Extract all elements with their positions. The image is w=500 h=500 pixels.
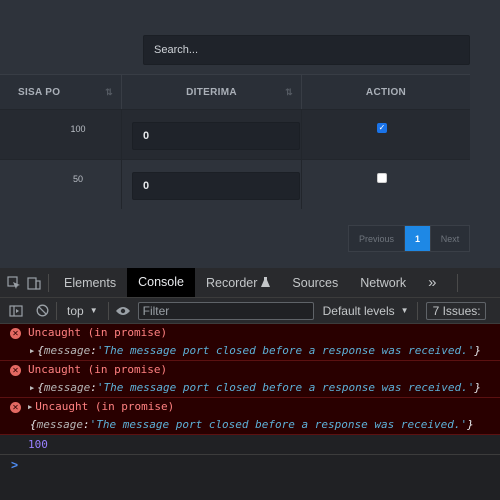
column-header-label: SISA PO bbox=[18, 86, 61, 98]
context-selector[interactable]: top ▼ bbox=[61, 304, 104, 318]
tab-elements[interactable]: Elements bbox=[53, 268, 127, 297]
object-key: message bbox=[43, 381, 91, 394]
error-detail[interactable]: ▶{message: 'The message port closed befo… bbox=[0, 378, 500, 397]
show-sidebar-icon[interactable] bbox=[6, 301, 26, 321]
row-checkbox[interactable]: ✓ bbox=[377, 123, 387, 133]
object-value: 'The message port closed before a respon… bbox=[89, 418, 468, 431]
error-title-row[interactable]: ▶ Uncaught (in promise) bbox=[0, 398, 500, 415]
error-title: Uncaught (in promise) bbox=[35, 400, 175, 413]
app-area: Search... SISA PO ⇅ DITERIMA ⇅ ACTION 10… bbox=[0, 0, 500, 268]
column-header-label: DITERIMA bbox=[186, 86, 237, 98]
error-icon: ✕ bbox=[10, 365, 21, 376]
filter-input[interactable]: Filter bbox=[137, 301, 314, 320]
search-placeholder: Search... bbox=[154, 44, 199, 56]
column-header-sisa-po[interactable]: SISA PO ⇅ bbox=[0, 75, 122, 109]
cell-sisa-po: 50 bbox=[0, 160, 122, 209]
context-label: top bbox=[67, 303, 84, 318]
error-title: Uncaught (in promise) bbox=[28, 326, 168, 339]
sort-icon: ⇅ bbox=[105, 86, 113, 97]
expand-triangle-icon[interactable]: ▶ bbox=[30, 384, 34, 392]
console-error-message: ✕ ▶ Uncaught (in promise) {message: 'The … bbox=[0, 398, 500, 435]
column-header-diterima[interactable]: DITERIMA ⇅ bbox=[122, 75, 302, 109]
log-levels-dropdown[interactable]: Default levels ▼ bbox=[323, 304, 409, 318]
tab-recorder-label: Recorder bbox=[205, 275, 258, 290]
previous-page-button[interactable]: Previous bbox=[349, 226, 405, 251]
table-row: 100 0 ✓ bbox=[0, 109, 470, 159]
object-key: message bbox=[36, 418, 83, 431]
dropdown-arrow-icon: ▼ bbox=[400, 306, 409, 315]
table-header: SISA PO ⇅ DITERIMA ⇅ ACTION bbox=[0, 74, 470, 109]
search-input[interactable]: Search... bbox=[143, 35, 470, 65]
tab-console[interactable]: Console bbox=[127, 268, 195, 297]
error-title: Uncaught (in promise) bbox=[28, 363, 168, 376]
cell-action bbox=[302, 160, 470, 209]
error-icon: ✕ bbox=[10, 328, 21, 339]
object-value: 'The message port closed before a respon… bbox=[96, 344, 475, 357]
console-prompt[interactable]: > bbox=[0, 455, 500, 475]
console-toolbar: top ▼ Filter Default levels ▼ 7 Issues: bbox=[0, 298, 500, 324]
dropdown-arrow-icon: ▼ bbox=[89, 306, 98, 315]
data-table: SISA PO ⇅ DITERIMA ⇅ ACTION 100 0 ✓ 50 0 bbox=[0, 74, 470, 209]
cell-diterima: 0 bbox=[122, 160, 302, 209]
tab-recorder[interactable]: Recorder bbox=[195, 268, 281, 297]
console-log-output: 100 bbox=[0, 435, 500, 455]
cell-action: ✓ bbox=[302, 110, 470, 159]
flask-icon bbox=[261, 277, 271, 288]
cell-sisa-po: 100 bbox=[0, 110, 122, 159]
devtools-panel: Elements Console Recorder Sources Networ… bbox=[0, 268, 500, 500]
issues-button[interactable]: 7 Issues: bbox=[425, 301, 486, 320]
table-row: 50 0 bbox=[0, 159, 470, 209]
log-levels-label: Default levels bbox=[322, 303, 395, 318]
column-header-action[interactable]: ACTION bbox=[302, 75, 470, 109]
object-key: message bbox=[43, 344, 91, 357]
tab-sources[interactable]: Sources bbox=[281, 268, 349, 297]
divider bbox=[416, 301, 418, 320]
console-error-message: ✕ Uncaught (in promise) ▶{message: 'The … bbox=[0, 324, 500, 361]
console-error-message: ✕ Uncaught (in promise) ▶{message: 'The … bbox=[0, 361, 500, 398]
inspect-element-icon[interactable] bbox=[4, 273, 24, 293]
diterima-input[interactable]: 0 bbox=[132, 122, 300, 150]
next-page-button[interactable]: Next bbox=[430, 226, 469, 251]
object-value: 'The message port closed before a respon… bbox=[96, 381, 475, 394]
device-toolbar-icon[interactable] bbox=[24, 273, 44, 293]
divider bbox=[107, 301, 109, 320]
sort-icon: ⇅ bbox=[285, 86, 293, 97]
pagination: Previous 1 Next bbox=[348, 225, 470, 252]
divider bbox=[457, 273, 459, 292]
error-icon: ✕ bbox=[10, 402, 21, 413]
clear-console-icon[interactable] bbox=[32, 301, 52, 321]
error-detail: {message: 'The message port closed befor… bbox=[30, 418, 474, 431]
column-header-label: ACTION bbox=[365, 86, 407, 98]
expand-triangle-icon[interactable]: ▶ bbox=[28, 403, 32, 411]
page-1-button[interactable]: 1 bbox=[405, 226, 430, 251]
diterima-input[interactable]: 0 bbox=[132, 172, 300, 200]
error-detail[interactable]: ▶{message: 'The message port closed befo… bbox=[0, 341, 500, 360]
tab-network[interactable]: Network bbox=[349, 268, 417, 297]
divider bbox=[56, 301, 57, 320]
live-expression-eye-icon[interactable] bbox=[113, 301, 133, 321]
cell-diterima: 0 bbox=[122, 110, 302, 159]
expand-triangle-icon[interactable]: ▶ bbox=[30, 347, 34, 355]
more-tabs-icon[interactable]: » bbox=[417, 268, 447, 297]
devtools-tab-bar: Elements Console Recorder Sources Networ… bbox=[0, 268, 500, 298]
divider bbox=[48, 273, 49, 292]
row-checkbox[interactable] bbox=[377, 173, 387, 183]
